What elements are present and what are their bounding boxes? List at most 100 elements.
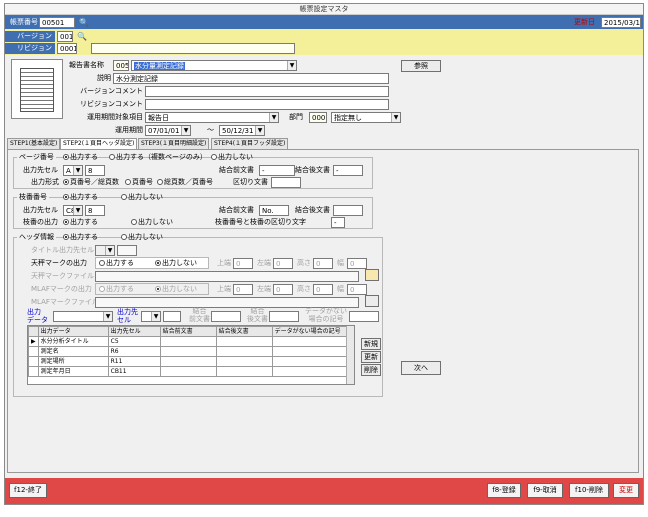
- format-opt1[interactable]: 頁番号／総頁数: [63, 177, 119, 188]
- tab-step2[interactable]: STEP2(１頁目ヘッダ設定): [60, 138, 138, 149]
- header-info-opt2[interactable]: 出力しない: [121, 232, 163, 243]
- branch-post-field[interactable]: [333, 205, 363, 216]
- stamp-off[interactable]: 出力しない: [155, 258, 197, 269]
- f9-cancel-button[interactable]: f9-取消: [527, 483, 563, 498]
- version-comment-field[interactable]: [145, 86, 389, 97]
- mlaf-w-field[interactable]: 0: [347, 284, 367, 295]
- next-button[interactable]: 次へ: [401, 361, 441, 375]
- mlaf-h-field[interactable]: 0: [313, 284, 333, 295]
- department-label: 部門: [289, 113, 303, 121]
- report-name-select[interactable]: 水分量測定記録 ▼: [131, 60, 297, 71]
- description-field[interactable]: 水分測定記録: [113, 73, 389, 84]
- pre-text-field[interactable]: [211, 311, 241, 322]
- empty-symbol-field[interactable]: [349, 311, 379, 322]
- mlaf-browse-button[interactable]: [365, 295, 379, 307]
- tab-step3[interactable]: STEP3(１頁目明細設定): [138, 138, 210, 149]
- page-sep-field[interactable]: [271, 177, 301, 188]
- version-comment-label: バージョンコメント: [80, 87, 143, 95]
- branch-opt1[interactable]: 出力する: [63, 192, 98, 203]
- f10-delete-button[interactable]: f10-削除: [569, 483, 609, 498]
- page-number-opt2[interactable]: 出力する（複数ページのみ）: [109, 152, 207, 163]
- page-number-opt3[interactable]: 出力しない: [211, 152, 253, 163]
- page-pre-field[interactable]: -: [259, 165, 295, 176]
- title-cell-col-select[interactable]: ▼: [95, 245, 115, 256]
- mlaf-top-field[interactable]: 0: [233, 284, 253, 295]
- report-name-label: 報告書名称: [69, 61, 104, 69]
- opt-label: 出力しない: [138, 218, 173, 226]
- pre-line1: 結合: [192, 307, 207, 315]
- stamp-file-field[interactable]: [95, 271, 359, 282]
- new-button[interactable]: 新規: [361, 338, 381, 350]
- tab-step1[interactable]: STEP1(基本設定): [7, 138, 61, 149]
- branch-cell-col-select[interactable]: C8 ▼: [63, 205, 83, 216]
- delete-row-button[interactable]: 削除: [361, 364, 381, 376]
- title-cell-row-field[interactable]: [117, 245, 137, 256]
- header-info-opt1[interactable]: 出力する: [63, 232, 98, 243]
- grid-scrollbar[interactable]: [346, 326, 354, 384]
- folder-icon[interactable]: [365, 269, 379, 281]
- department-code-field[interactable]: 000: [309, 112, 327, 123]
- post-text-field[interactable]: [269, 311, 299, 322]
- stamp-h-field[interactable]: 0: [313, 258, 333, 269]
- output-data-select[interactable]: ▼: [53, 311, 113, 322]
- stamp-left-field[interactable]: 0: [273, 258, 293, 269]
- cell-post: [215, 346, 273, 357]
- reference-button[interactable]: 参照: [401, 60, 441, 72]
- radio-icon: [63, 179, 69, 185]
- period-from-field[interactable]: 07/01/01 ▼: [145, 125, 191, 136]
- form-no-field[interactable]: 00501: [39, 17, 75, 28]
- binoculars-icon[interactable]: 🔍: [77, 31, 87, 42]
- post-line2: 後文書: [247, 315, 268, 323]
- tab-step4[interactable]: STEP4(１頁目フッダ設定): [211, 138, 289, 149]
- opt-label: 出力しない: [128, 233, 163, 241]
- page-post-field[interactable]: -: [333, 165, 363, 176]
- branch-sep-field[interactable]: -: [331, 217, 345, 228]
- f8-register-button[interactable]: f8-登録: [487, 483, 521, 498]
- page-cell-col-select[interactable]: A ▼: [63, 165, 83, 176]
- output-cell-col-select[interactable]: ▼: [141, 311, 161, 322]
- department-value: 指定無し: [334, 114, 362, 122]
- stamp-top-field[interactable]: 0: [233, 258, 253, 269]
- report-code-field[interactable]: 005: [113, 60, 129, 71]
- row-selector: [28, 346, 39, 357]
- page-out-label: 枝番の出力: [23, 218, 58, 226]
- page-out-opt2[interactable]: 出力しない: [131, 217, 173, 228]
- revision-comment-field[interactable]: [145, 99, 389, 110]
- cell-empty: [271, 346, 349, 357]
- mlaf-left-field[interactable]: 0: [273, 284, 293, 295]
- revision-field[interactable]: 0001: [57, 43, 77, 54]
- table-row[interactable]: 測定年月日 CB11: [28, 366, 349, 377]
- table-row[interactable]: ▶ 水分分析タイトル C5: [28, 336, 349, 347]
- branch-pre-field[interactable]: No.: [259, 205, 289, 216]
- mlaf-on[interactable]: 出力する: [99, 284, 134, 295]
- period-to-field[interactable]: 50/12/31 ▼: [219, 125, 265, 136]
- page-cell-row-field[interactable]: 8: [85, 165, 105, 176]
- output-cell-link[interactable]: 出力先 セル: [117, 308, 138, 324]
- format-opt3[interactable]: 総頁数／頁番号: [157, 177, 213, 188]
- stamp-w-field[interactable]: 0: [347, 258, 367, 269]
- period-item-select[interactable]: 報告日 ▼: [145, 112, 279, 123]
- page-out-opt1[interactable]: 出力する: [63, 217, 98, 228]
- mlaf-off[interactable]: 出力しない: [155, 284, 197, 295]
- table-row[interactable]: 測定名 R6: [28, 346, 349, 357]
- binoculars-icon[interactable]: 🔍: [79, 17, 89, 28]
- radio-icon: [63, 219, 69, 225]
- branch-title: 枝番番号: [17, 192, 49, 202]
- branch-cell-row-field[interactable]: 8: [85, 205, 105, 216]
- change-button[interactable]: 変更: [613, 483, 639, 498]
- empty-line2: 場合の記号: [308, 315, 344, 323]
- page-number-opt1[interactable]: 出力する: [63, 152, 98, 163]
- period-from-value: 07/01/01: [148, 127, 180, 135]
- link-line2: データ: [27, 316, 48, 324]
- update-button[interactable]: 更新: [361, 351, 381, 363]
- format-opt2[interactable]: 頁番号: [125, 177, 153, 188]
- stamp-on[interactable]: 出力する: [99, 258, 134, 269]
- f12-exit-button[interactable]: f12-終了: [9, 483, 47, 498]
- department-select[interactable]: 指定無し ▼: [331, 112, 401, 123]
- table-row[interactable]: 測定場所 R11: [28, 356, 349, 367]
- output-data-link[interactable]: 出力 データ: [27, 308, 48, 324]
- output-cell-row-field[interactable]: [163, 311, 181, 322]
- cell-post: [215, 356, 273, 367]
- branch-opt2[interactable]: 出力しない: [121, 192, 163, 203]
- version-field[interactable]: 001: [57, 31, 73, 42]
